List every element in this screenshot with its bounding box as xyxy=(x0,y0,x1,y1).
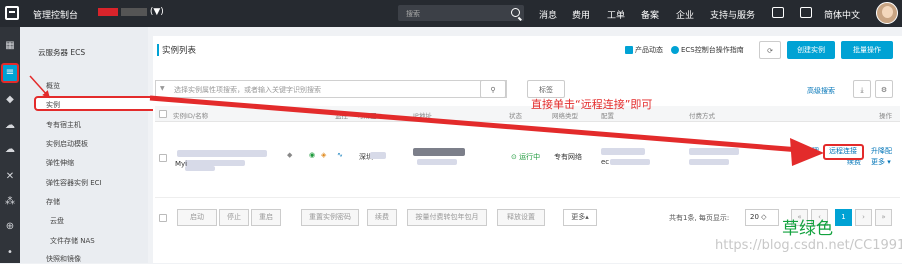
arrow-to-remote-connect-shaft xyxy=(149,95,801,153)
arrow-to-instance-menu xyxy=(29,75,51,99)
watermark-green-text: 草绿色 xyxy=(782,219,833,239)
arrow-to-remote-connect-head xyxy=(790,138,824,166)
watermark-url: https://blog.csdn.net/CC1991_ xyxy=(715,238,902,253)
annotation-arrows xyxy=(29,75,824,166)
